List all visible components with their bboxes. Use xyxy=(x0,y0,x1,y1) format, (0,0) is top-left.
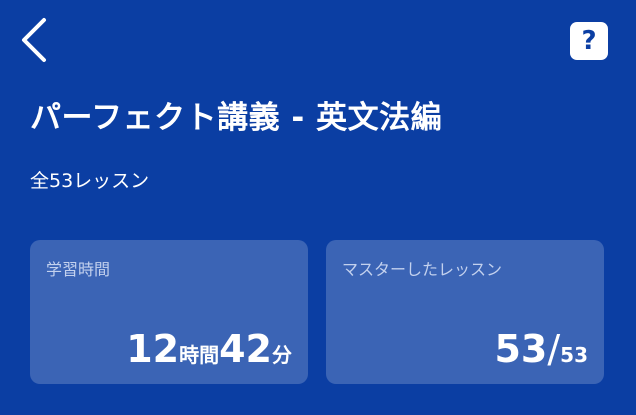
back-button[interactable] xyxy=(14,12,54,68)
study-time-card: 学習時間 12 時間 42 分 xyxy=(30,240,308,384)
help-button[interactable]: ? xyxy=(570,22,608,60)
mastered-count: 53 xyxy=(494,327,548,371)
page-title: パーフェクト講義 - 英文法編 xyxy=(30,100,443,136)
study-minutes: 42 xyxy=(219,327,272,371)
study-minutes-unit: 分 xyxy=(272,343,292,367)
mastered-value: 53 / 53 xyxy=(494,330,588,368)
question-icon: ? xyxy=(581,26,597,56)
study-time-label: 学習時間 xyxy=(46,260,111,279)
study-time-value: 12 時間 42 分 xyxy=(126,330,292,368)
lesson-count: 全53レッスン xyxy=(30,170,150,192)
chevron-left-icon xyxy=(22,18,46,62)
mastered-label: マスターしたレッスン xyxy=(342,260,503,279)
mastered-separator: / xyxy=(547,327,561,371)
mastered-lessons-card: マスターしたレッスン 53 / 53 xyxy=(326,240,604,384)
study-hours-unit: 時間 xyxy=(179,343,220,367)
mastered-total: 53 xyxy=(560,343,588,367)
study-hours: 12 xyxy=(126,327,180,371)
